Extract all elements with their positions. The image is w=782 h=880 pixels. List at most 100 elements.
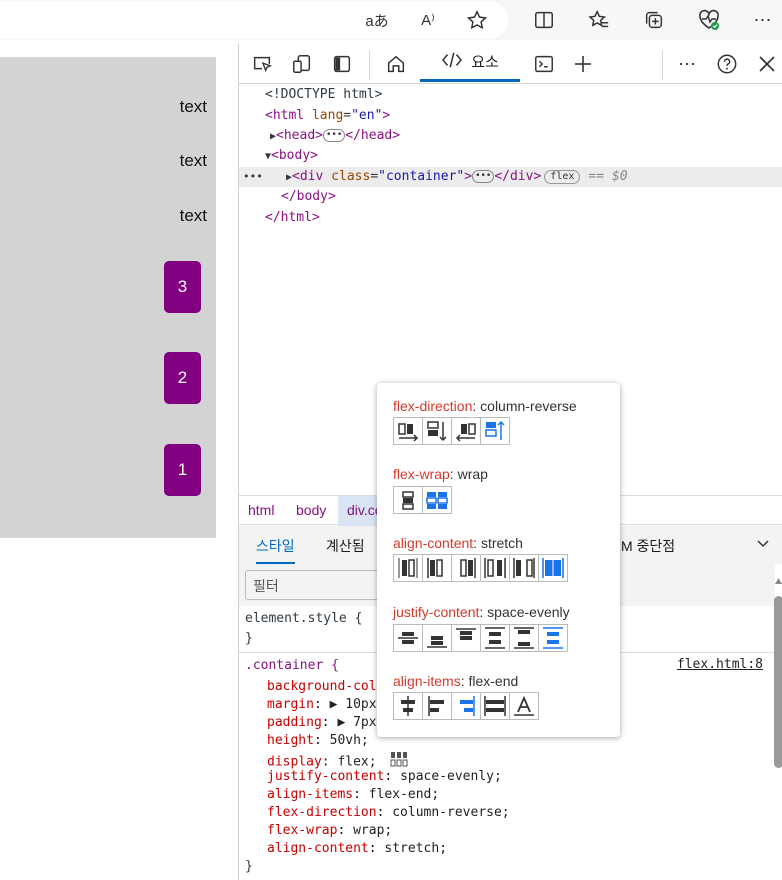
- align-items-buttons: [393, 692, 539, 720]
- dom-html-node[interactable]: <html lang="en">: [265, 106, 390, 126]
- collapsed-ellipsis-icon[interactable]: •••: [323, 129, 346, 142]
- align-content-end-button[interactable]: [451, 554, 481, 582]
- device-emulation-icon[interactable]: [289, 51, 315, 77]
- translate-icon[interactable]: aあ: [364, 7, 390, 33]
- align-content-center-button[interactable]: [393, 554, 423, 582]
- attr-value: "container": [378, 169, 465, 184]
- favorite-star-icon[interactable]: [464, 7, 490, 33]
- close-brace: }: [245, 859, 253, 874]
- style-prop[interactable]: margin: ▶ 10px: [267, 696, 377, 714]
- justify-content-space-evenly-button[interactable]: [538, 624, 568, 652]
- help-icon[interactable]: [714, 51, 740, 77]
- flex-direction-title: flex-direction: column-reverse: [393, 398, 577, 414]
- chevron-down-icon[interactable]: [756, 536, 770, 553]
- align-items-baseline-button[interactable]: [509, 692, 539, 720]
- flex-direction-row-reverse-button[interactable]: [451, 417, 481, 445]
- flex-direction-column-reverse-button[interactable]: [480, 417, 510, 445]
- justify-content-space-between-button[interactable]: [509, 624, 539, 652]
- justify-content-buttons: [393, 624, 568, 652]
- style-prop[interactable]: justify-content: space-evenly;: [267, 768, 502, 786]
- justify-content-title: justify-content: space-evenly: [393, 604, 570, 620]
- style-prop[interactable]: padding: ▶ 7px: [267, 714, 377, 732]
- selected-ref: == $0: [588, 169, 628, 184]
- attr-name: class: [331, 169, 371, 184]
- add-tool-icon[interactable]: [570, 51, 596, 77]
- preview-text: text: [179, 97, 207, 116]
- align-content-space-around-button[interactable]: [480, 554, 510, 582]
- tab-separator: [369, 50, 370, 80]
- scroll-up-icon: [775, 578, 782, 584]
- source-link[interactable]: flex.html:8: [677, 656, 763, 674]
- scrollbar[interactable]: [774, 576, 782, 880]
- container-selector[interactable]: .container {: [245, 657, 339, 675]
- align-content-space-between-button[interactable]: [509, 554, 539, 582]
- dom-html-close[interactable]: </html>: [265, 208, 320, 228]
- close-icon[interactable]: [754, 51, 780, 77]
- element-style-selector[interactable]: element.style {: [245, 610, 362, 628]
- style-prop[interactable]: align-items: flex-end;: [267, 786, 439, 804]
- align-items-start-button[interactable]: [422, 692, 452, 720]
- more-icon[interactable]: ⋯: [750, 7, 776, 33]
- code-icon: [441, 51, 463, 73]
- align-items-center-button[interactable]: [393, 692, 423, 720]
- justify-content-center-button[interactable]: [393, 624, 423, 652]
- breadcrumb-html[interactable]: html: [248, 502, 274, 518]
- breadcrumb-body[interactable]: body: [296, 502, 326, 518]
- inspect-element-icon[interactable]: [249, 51, 275, 77]
- align-items-end-button[interactable]: [451, 692, 481, 720]
- flex-direction-column-button[interactable]: [422, 417, 452, 445]
- more-tools-icon[interactable]: ⋯: [674, 51, 700, 77]
- justify-content-space-around-button[interactable]: [480, 624, 510, 652]
- flexbox-editor-popup: flex-direction: column-reverse flex-wrap…: [377, 383, 620, 737]
- flex-wrap-buttons: [393, 486, 452, 514]
- browser-essentials-icon[interactable]: [696, 7, 722, 33]
- devtools-tab-bar: 요소 ⋯: [239, 44, 782, 84]
- collections-icon[interactable]: [641, 7, 667, 33]
- tag-name: </div>: [494, 169, 542, 184]
- tab-styles[interactable]: 스타일: [256, 536, 295, 564]
- dom-body-close[interactable]: </body>: [281, 187, 336, 207]
- flex-nowrap-button[interactable]: [393, 486, 423, 514]
- justify-content-start-button[interactable]: [451, 624, 481, 652]
- page-preview: text text text 3 2 1: [0, 57, 216, 538]
- align-content-stretch-button[interactable]: [538, 554, 568, 582]
- dom-head-node[interactable]: ▶<head> ••• </head>: [270, 126, 400, 146]
- flex-direction-buttons: [393, 417, 510, 445]
- tab-computed[interactable]: 계산됨: [326, 536, 365, 556]
- close-brace: }: [245, 631, 253, 646]
- toggle-sidebar-icon[interactable]: [329, 51, 355, 77]
- favorites-icon[interactable]: [586, 7, 612, 33]
- style-prop[interactable]: height: 50vh;: [267, 732, 369, 750]
- scroll-thumb[interactable]: [774, 596, 782, 768]
- collapsed-ellipsis-icon[interactable]: •••: [472, 170, 495, 183]
- dom-doctype[interactable]: <!DOCTYPE html>: [265, 85, 382, 105]
- style-prop[interactable]: flex-wrap: wrap;: [267, 822, 392, 840]
- read-aloud-icon[interactable]: A⁾: [415, 7, 441, 33]
- preview-box: 1: [164, 444, 201, 496]
- align-content-start-button[interactable]: [422, 554, 452, 582]
- flex-wrap-button[interactable]: [422, 486, 452, 514]
- tag-name: <body>: [271, 148, 318, 163]
- row-more-icon[interactable]: •••: [243, 167, 263, 187]
- tab-dom-breakpoints[interactable]: M 중단점: [621, 536, 675, 556]
- style-prop[interactable]: align-content: stretch;: [267, 840, 447, 858]
- flex-direction-row-button[interactable]: [393, 417, 423, 445]
- dom-body-node[interactable]: ▼<body>: [265, 146, 318, 166]
- justify-content-end-button[interactable]: [422, 624, 452, 652]
- style-prop[interactable]: display: flex;: [267, 750, 408, 770]
- tab-separator: [662, 50, 663, 80]
- preview-box: 2: [164, 352, 201, 404]
- tab-elements[interactable]: 요소: [420, 44, 520, 82]
- attr-value: "en": [351, 108, 383, 123]
- style-prop[interactable]: flex-direction: column-reverse;: [267, 804, 510, 822]
- flex-badge[interactable]: flex: [544, 169, 581, 184]
- style-prop[interactable]: background-col: [267, 678, 377, 696]
- tag-close: >: [382, 108, 391, 123]
- split-screen-icon[interactable]: [531, 7, 557, 33]
- home-icon[interactable]: [383, 51, 409, 77]
- preview-text: text: [179, 206, 207, 225]
- align-items-stretch-button[interactable]: [480, 692, 510, 720]
- dom-div-node[interactable]: ▶<div class="container"> ••• </div> flex == …: [286, 167, 628, 187]
- console-icon[interactable]: [531, 51, 557, 77]
- tag-name: </head>: [345, 128, 401, 143]
